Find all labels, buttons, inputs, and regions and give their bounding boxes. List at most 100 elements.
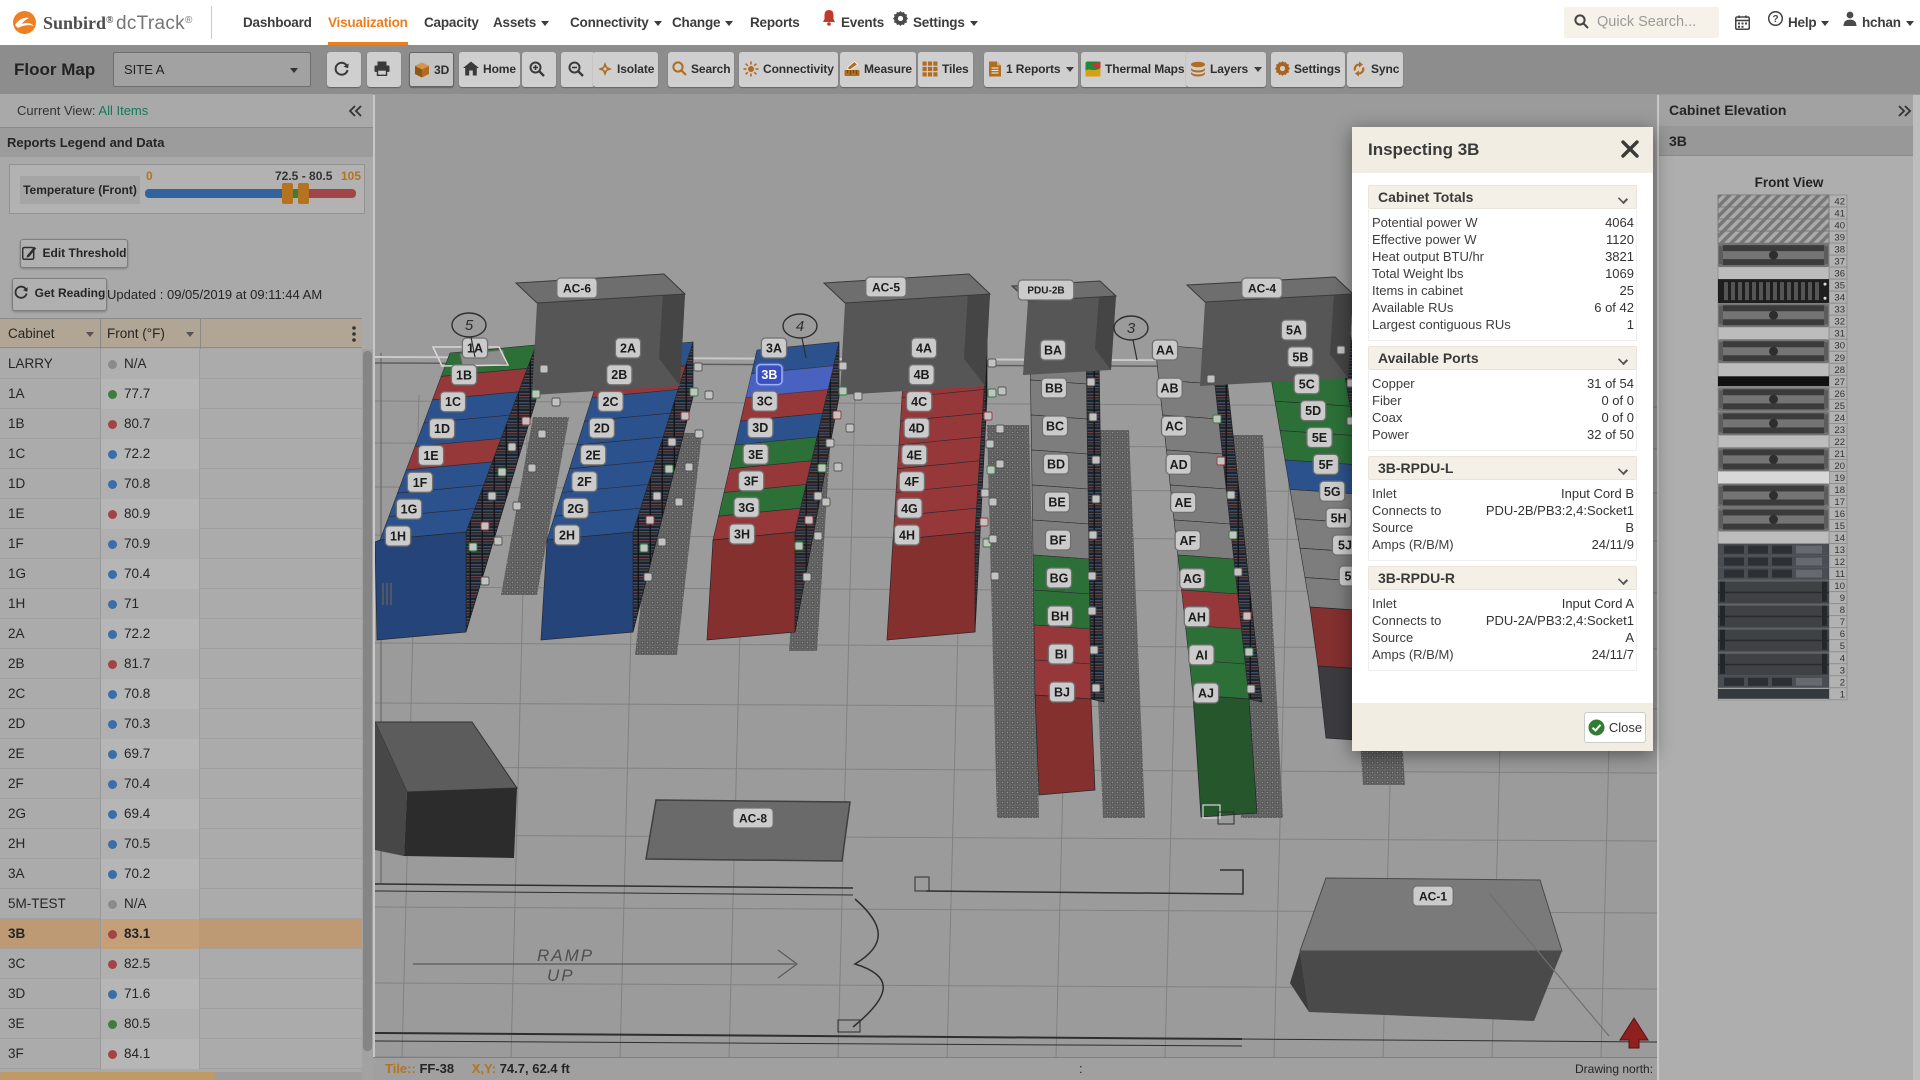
svg-text:AH: AH — [1188, 610, 1206, 624]
svg-text:AC-6: AC-6 — [563, 281, 591, 295]
svg-text:4G: 4G — [901, 502, 918, 516]
svg-text:41: 41 — [1834, 209, 1845, 220]
svg-text:5: 5 — [1840, 641, 1845, 652]
svg-text:17: 17 — [1834, 497, 1845, 508]
svg-text:AC: AC — [1165, 420, 1183, 434]
svg-text:3D: 3D — [752, 421, 768, 435]
svg-text:PDU-2B: PDU-2B — [1027, 286, 1064, 297]
svg-text:30: 30 — [1834, 341, 1845, 352]
svg-text:BG: BG — [1050, 572, 1069, 586]
svg-text:AC-4: AC-4 — [1248, 281, 1276, 295]
svg-text:BI: BI — [1055, 648, 1068, 662]
svg-text:40: 40 — [1834, 221, 1845, 232]
svg-text:3: 3 — [1840, 665, 1845, 676]
svg-text:BC: BC — [1046, 420, 1064, 434]
svg-text:8: 8 — [1840, 605, 1845, 616]
svg-text:5F: 5F — [1319, 458, 1334, 472]
svg-text:39: 39 — [1834, 233, 1845, 244]
svg-text:5B: 5B — [1292, 350, 1308, 364]
svg-text:BH: BH — [1051, 610, 1069, 624]
svg-text:2G: 2G — [567, 502, 584, 516]
svg-text:11: 11 — [1835, 569, 1845, 580]
svg-text:3G: 3G — [738, 501, 755, 515]
svg-text:32: 32 — [1834, 317, 1845, 328]
svg-text:4: 4 — [796, 318, 804, 335]
svg-text:31: 31 — [1834, 329, 1845, 340]
svg-text:18: 18 — [1834, 485, 1845, 496]
svg-text:AC-5: AC-5 — [872, 280, 900, 294]
svg-text:13: 13 — [1834, 545, 1845, 556]
svg-text:4A: 4A — [916, 342, 932, 356]
svg-text:10: 10 — [1834, 581, 1845, 592]
svg-text:BB: BB — [1045, 382, 1063, 396]
svg-text:36: 36 — [1834, 269, 1845, 280]
svg-text:AE: AE — [1175, 496, 1192, 510]
svg-text:3E: 3E — [748, 448, 763, 462]
svg-text:29: 29 — [1834, 353, 1845, 364]
svg-text:AI: AI — [1195, 648, 1208, 662]
svg-text:BE: BE — [1048, 496, 1065, 510]
svg-text:5H: 5H — [1331, 512, 1347, 526]
svg-text:26: 26 — [1834, 389, 1845, 400]
svg-text:4: 4 — [1840, 653, 1845, 664]
svg-text:15: 15 — [1834, 521, 1845, 532]
svg-text:5A: 5A — [1286, 324, 1302, 338]
svg-text:5D: 5D — [1305, 404, 1321, 418]
svg-text:2: 2 — [1840, 677, 1845, 688]
svg-text:1F: 1F — [413, 476, 428, 490]
svg-text:AG: AG — [1183, 572, 1202, 586]
svg-text:16: 16 — [1834, 509, 1845, 520]
svg-text:2F: 2F — [577, 475, 592, 489]
svg-text:BF: BF — [1050, 534, 1067, 548]
svg-text:5E: 5E — [1312, 431, 1327, 445]
svg-text:37: 37 — [1834, 257, 1845, 268]
svg-text:28: 28 — [1834, 365, 1845, 376]
svg-text:1D: 1D — [434, 422, 450, 436]
svg-text:AD: AD — [1170, 458, 1188, 472]
svg-text:5J: 5J — [1338, 539, 1352, 553]
svg-text:4C: 4C — [911, 395, 927, 409]
svg-text:BJ: BJ — [1054, 686, 1070, 700]
svg-text:2A: 2A — [620, 342, 636, 356]
svg-text:3A: 3A — [766, 342, 782, 356]
svg-text:BA: BA — [1044, 344, 1062, 358]
svg-text:42: 42 — [1834, 197, 1845, 208]
svg-text:AB: AB — [1161, 382, 1179, 396]
svg-text:19: 19 — [1834, 473, 1845, 484]
svg-text:12: 12 — [1834, 557, 1845, 568]
svg-text:5C: 5C — [1299, 377, 1315, 391]
svg-text:3: 3 — [1127, 320, 1136, 337]
svg-text:UP: UP — [547, 966, 575, 985]
svg-text:AF: AF — [1179, 534, 1196, 548]
svg-text:14: 14 — [1834, 533, 1845, 544]
svg-text:2E: 2E — [585, 448, 600, 462]
svg-text:?: ? — [1773, 14, 1779, 25]
svg-text:21: 21 — [1834, 449, 1845, 460]
svg-text:2D: 2D — [594, 422, 610, 436]
svg-text:5: 5 — [1345, 570, 1352, 584]
svg-text:4H: 4H — [899, 529, 915, 543]
svg-text:4B: 4B — [914, 368, 930, 382]
svg-text:27: 27 — [1834, 377, 1845, 388]
svg-text:33: 33 — [1834, 305, 1845, 316]
svg-text:4F: 4F — [905, 475, 920, 489]
svg-text:20: 20 — [1834, 461, 1845, 472]
svg-text:1H: 1H — [390, 530, 406, 544]
svg-text:2B: 2B — [611, 368, 627, 382]
svg-text:34: 34 — [1834, 293, 1845, 304]
svg-text:6: 6 — [1840, 629, 1845, 640]
svg-text:35: 35 — [1834, 281, 1845, 292]
svg-text:3B: 3B — [761, 368, 777, 382]
svg-text:5G: 5G — [1324, 485, 1341, 499]
svg-text:23: 23 — [1834, 425, 1845, 436]
svg-text:4D: 4D — [909, 422, 925, 436]
svg-text:2C: 2C — [603, 395, 619, 409]
svg-text:1C: 1C — [445, 395, 461, 409]
svg-text:7: 7 — [1840, 617, 1845, 628]
svg-text:25: 25 — [1834, 401, 1845, 412]
svg-text:Front View: Front View — [1755, 175, 1824, 190]
svg-text:RAMP: RAMP — [537, 946, 594, 965]
svg-text:22: 22 — [1834, 437, 1845, 448]
svg-text:AJ: AJ — [1198, 687, 1214, 701]
svg-text:1A: 1A — [467, 342, 483, 356]
